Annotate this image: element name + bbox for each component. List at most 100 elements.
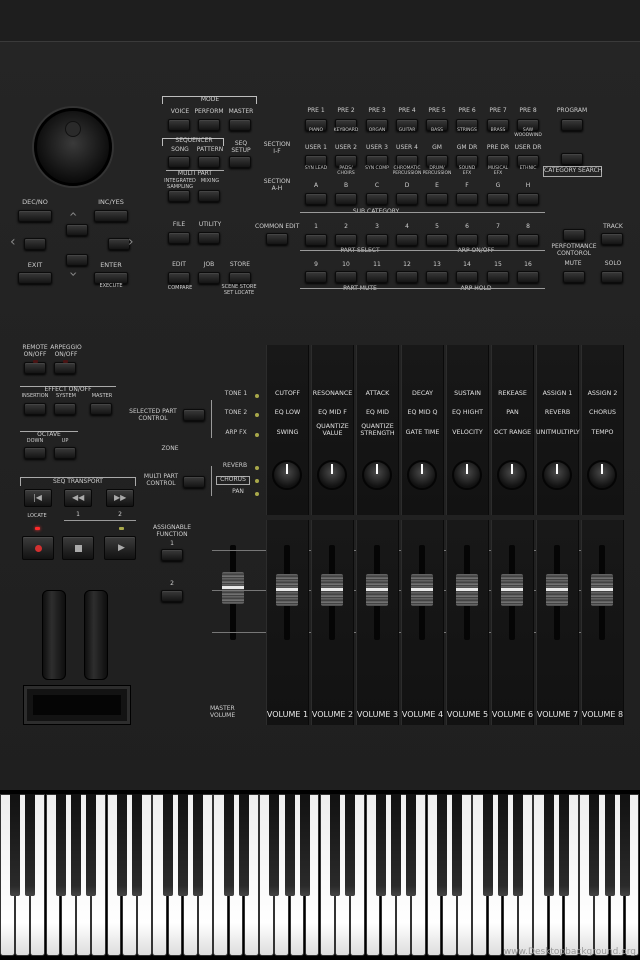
play-button[interactable]: ▶ bbox=[104, 536, 136, 560]
part-button-3[interactable] bbox=[366, 234, 388, 246]
black-key[interactable] bbox=[269, 794, 280, 896]
knob-7[interactable] bbox=[542, 460, 572, 490]
black-key[interactable] bbox=[604, 794, 615, 896]
record-button[interactable] bbox=[22, 536, 54, 560]
black-key[interactable] bbox=[299, 794, 310, 896]
voice-button[interactable] bbox=[168, 119, 190, 131]
mixing-button[interactable] bbox=[198, 190, 220, 202]
black-key[interactable] bbox=[589, 794, 600, 896]
black-key[interactable] bbox=[558, 794, 569, 896]
section-button-1[interactable] bbox=[305, 193, 327, 205]
fader-5[interactable] bbox=[456, 574, 478, 606]
black-key[interactable] bbox=[619, 794, 630, 896]
track-button[interactable] bbox=[601, 233, 623, 245]
master-button[interactable] bbox=[229, 119, 251, 131]
seq-setup-button[interactable] bbox=[229, 156, 251, 168]
effect-master-button[interactable] bbox=[90, 403, 112, 415]
performance-control-button[interactable] bbox=[563, 229, 585, 241]
part-button-16[interactable] bbox=[517, 271, 539, 283]
exit-button[interactable] bbox=[18, 272, 52, 284]
part-button-8[interactable] bbox=[517, 234, 539, 246]
black-key[interactable] bbox=[86, 794, 97, 896]
knob-5[interactable] bbox=[452, 460, 482, 490]
program-button[interactable] bbox=[561, 119, 583, 131]
knob-6[interactable] bbox=[497, 460, 527, 490]
fader-6[interactable] bbox=[501, 574, 523, 606]
black-key[interactable] bbox=[223, 794, 234, 896]
pitch-bend-wheel[interactable] bbox=[42, 590, 66, 680]
file-button[interactable] bbox=[168, 232, 190, 244]
section-button-8[interactable] bbox=[517, 193, 539, 205]
pattern-button[interactable] bbox=[198, 156, 220, 168]
part-button-12[interactable] bbox=[396, 271, 418, 283]
part-button-15[interactable] bbox=[487, 271, 509, 283]
black-key[interactable] bbox=[25, 794, 36, 896]
black-key[interactable] bbox=[116, 794, 127, 896]
section-button-5[interactable] bbox=[426, 193, 448, 205]
part-button-5[interactable] bbox=[426, 234, 448, 246]
black-key[interactable] bbox=[543, 794, 554, 896]
fader-2[interactable] bbox=[321, 574, 343, 606]
black-key[interactable] bbox=[513, 794, 524, 896]
knob-8[interactable] bbox=[587, 460, 617, 490]
integrated-sampling-button[interactable] bbox=[168, 190, 190, 202]
cursor-down-button[interactable] bbox=[66, 254, 88, 266]
ribbon-controller[interactable] bbox=[24, 686, 130, 724]
black-key[interactable] bbox=[497, 794, 508, 896]
fader-1[interactable] bbox=[276, 574, 298, 606]
cursor-right-button[interactable] bbox=[108, 238, 130, 250]
utility-button[interactable] bbox=[198, 232, 220, 244]
section-button-3[interactable] bbox=[366, 193, 388, 205]
job-button[interactable] bbox=[198, 272, 220, 284]
black-key[interactable] bbox=[177, 794, 188, 896]
assign-2-button[interactable] bbox=[161, 590, 183, 602]
black-key[interactable] bbox=[238, 794, 249, 896]
black-key[interactable] bbox=[436, 794, 447, 896]
system-button[interactable] bbox=[54, 403, 76, 415]
knob-3[interactable] bbox=[362, 460, 392, 490]
section-button-4[interactable] bbox=[396, 193, 418, 205]
part-button-14[interactable] bbox=[456, 271, 478, 283]
knob-4[interactable] bbox=[407, 460, 437, 490]
black-key[interactable] bbox=[162, 794, 173, 896]
part-button-7[interactable] bbox=[487, 234, 509, 246]
black-key[interactable] bbox=[330, 794, 341, 896]
part-button-10[interactable] bbox=[335, 271, 357, 283]
multi-part-control-button[interactable] bbox=[183, 476, 205, 488]
fader-3[interactable] bbox=[366, 574, 388, 606]
common-edit-button[interactable] bbox=[266, 233, 288, 245]
part-button-4[interactable] bbox=[396, 234, 418, 246]
part-button-1[interactable] bbox=[305, 234, 327, 246]
fader-8[interactable] bbox=[591, 574, 613, 606]
insertion-button[interactable] bbox=[24, 403, 46, 415]
song-button[interactable] bbox=[168, 156, 190, 168]
fader-7[interactable] bbox=[546, 574, 568, 606]
inc-yes-button[interactable] bbox=[94, 210, 128, 222]
part-button-13[interactable] bbox=[426, 271, 448, 283]
black-key[interactable] bbox=[375, 794, 386, 896]
remote-button[interactable] bbox=[24, 362, 46, 374]
rewind-button[interactable]: ◀◀ bbox=[64, 489, 92, 507]
fader-4[interactable] bbox=[411, 574, 433, 606]
part-button-9[interactable] bbox=[305, 271, 327, 283]
assign-1-button[interactable] bbox=[161, 549, 183, 561]
part-button-2[interactable] bbox=[335, 234, 357, 246]
selected-part-button[interactable] bbox=[183, 409, 205, 421]
fast-forward-button[interactable]: ▶▶ bbox=[106, 489, 134, 507]
category-search-button[interactable] bbox=[561, 153, 583, 165]
data-dial[interactable] bbox=[34, 108, 112, 186]
section-button-6[interactable] bbox=[456, 193, 478, 205]
black-key[interactable] bbox=[193, 794, 204, 896]
store-button[interactable] bbox=[229, 272, 251, 284]
black-key[interactable] bbox=[132, 794, 143, 896]
stop-button[interactable] bbox=[62, 536, 94, 560]
part-button-11[interactable] bbox=[366, 271, 388, 283]
section-button-7[interactable] bbox=[487, 193, 509, 205]
perform-button[interactable] bbox=[198, 119, 220, 131]
arpeggio-button[interactable] bbox=[54, 362, 76, 374]
solo-button[interactable] bbox=[601, 271, 623, 283]
dec-no-button[interactable] bbox=[18, 210, 52, 222]
black-key[interactable] bbox=[406, 794, 417, 896]
black-key[interactable] bbox=[391, 794, 402, 896]
master-volume-fader[interactable] bbox=[222, 572, 244, 604]
